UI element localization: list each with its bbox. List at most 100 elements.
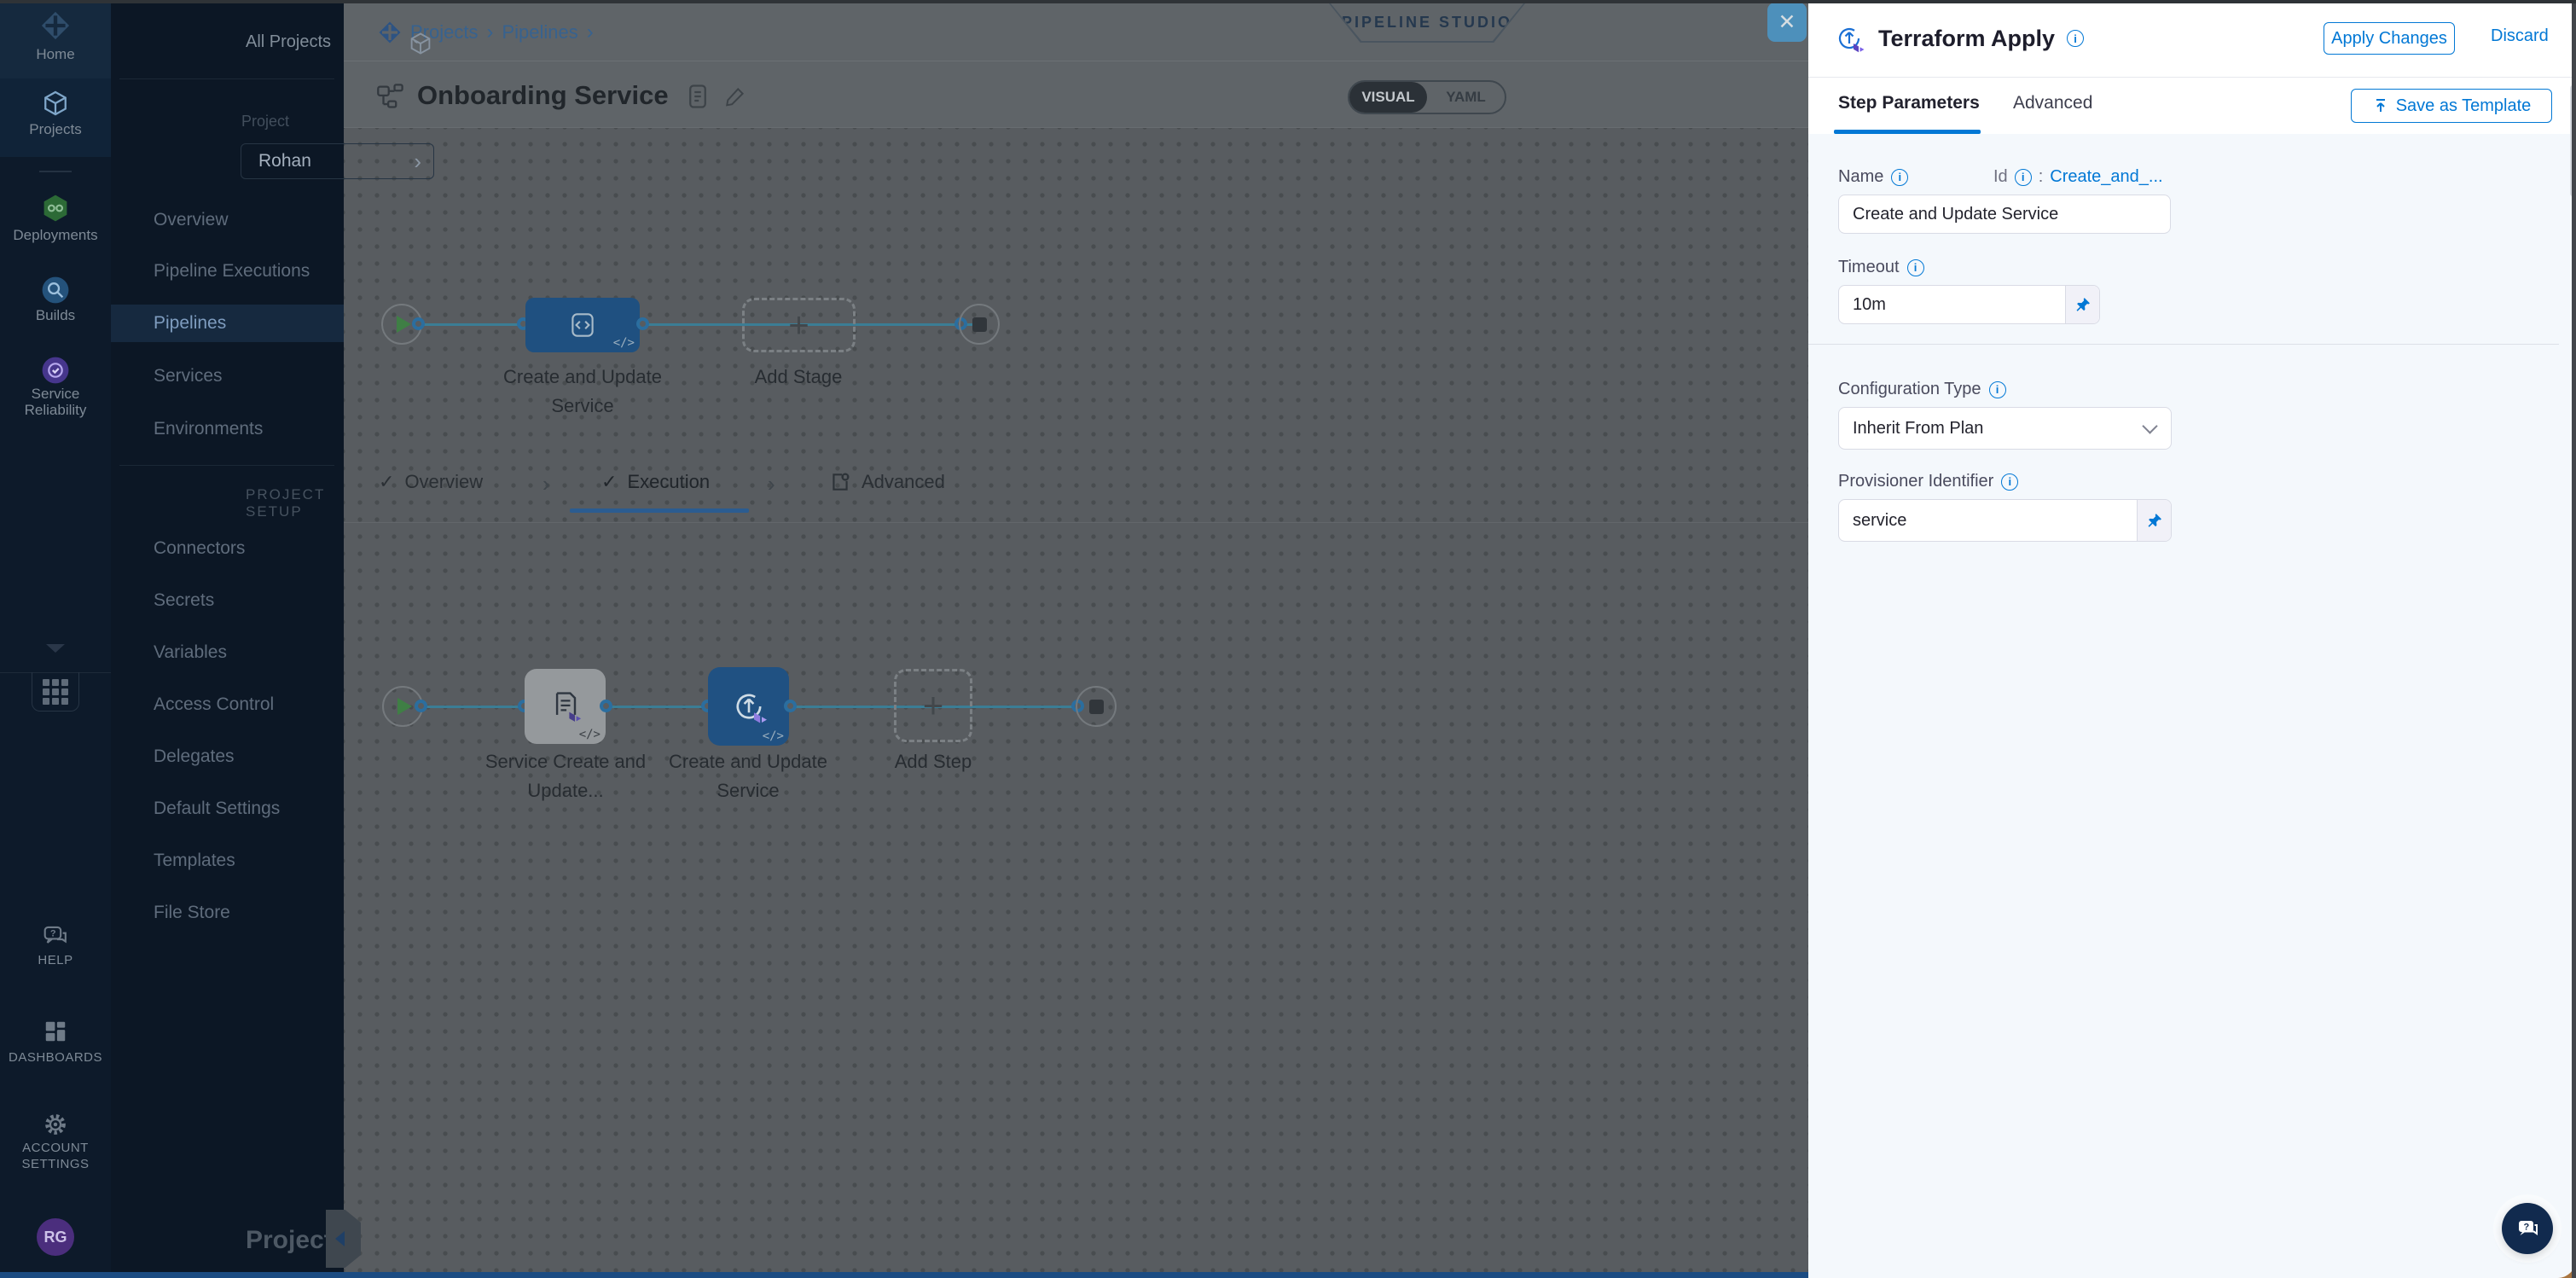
sidebar-item-pipeline-executions[interactable]: Pipeline Executions xyxy=(111,253,344,290)
discard-button[interactable]: Discard xyxy=(2491,26,2549,46)
toggle-yaml[interactable]: YAML xyxy=(1427,82,1505,113)
add-stage-button[interactable]: + xyxy=(742,298,856,352)
info-icon[interactable]: i xyxy=(1989,381,2006,398)
timeout-input[interactable]: 10m xyxy=(1838,285,2100,324)
execution-end-node[interactable] xyxy=(1076,686,1117,727)
sidebar-collapse-handle[interactable] xyxy=(326,1210,361,1268)
breadcrumb: Projects › Pipelines › xyxy=(344,3,1808,61)
tab-advanced[interactable]: Advanced xyxy=(2013,93,2092,113)
user-avatar[interactable]: RG xyxy=(37,1218,74,1256)
window-top-edge xyxy=(0,0,2576,3)
provisioner-input-type-button[interactable] xyxy=(2137,500,2171,541)
tab-execution[interactable]: ✓ Execution xyxy=(601,471,710,493)
add-step-button[interactable]: + xyxy=(894,669,972,742)
connector-dot[interactable] xyxy=(412,317,425,330)
visual-yaml-toggle[interactable]: VISUAL YAML xyxy=(1348,80,1506,114)
service-reliability-icon[interactable] xyxy=(0,355,111,386)
sidebar-item-access-control[interactable]: Access Control xyxy=(111,686,344,723)
help-chat-icon[interactable]: ? xyxy=(0,923,111,950)
drawer-title: Terraform Apply xyxy=(1878,26,2055,52)
sidebar-item-secrets[interactable]: Secrets xyxy=(111,582,344,619)
configuration-type-select[interactable]: Inherit From Plan xyxy=(1838,407,2172,450)
tab-advanced[interactable]: Advanced xyxy=(829,471,945,493)
add-stage-label[interactable]: Add Stage xyxy=(696,363,901,392)
save-as-template-button[interactable]: Save as Template xyxy=(2351,89,2552,123)
pipeline-end-node[interactable] xyxy=(959,304,1000,345)
project-scope-cube-icon[interactable] xyxy=(408,31,433,61)
play-icon xyxy=(397,316,411,333)
connector-dot[interactable] xyxy=(636,317,649,330)
step-node-terraform-plan[interactable]: </> xyxy=(525,669,606,744)
apply-changes-button[interactable]: Apply Changes xyxy=(2324,22,2455,55)
step-id-value-link[interactable]: Create_and_... xyxy=(2050,167,2162,187)
sidebar-item-file-store[interactable]: File Store xyxy=(111,894,344,932)
all-projects-label[interactable]: All Projects xyxy=(246,32,331,52)
nav-home-label[interactable]: Home xyxy=(0,46,111,62)
chevron-right-icon: › xyxy=(414,153,421,170)
chevron-down-icon[interactable] xyxy=(46,644,65,653)
help-chat-button[interactable]: ? xyxy=(2502,1203,2553,1254)
info-icon[interactable]: i xyxy=(1907,259,1924,276)
dashboards-label[interactable]: DASHBOARDS xyxy=(0,1049,111,1066)
edit-pencil-icon[interactable] xyxy=(724,85,746,112)
sidebar-item-variables[interactable]: Variables xyxy=(111,634,344,671)
sidebar-item-services[interactable]: Services xyxy=(111,357,344,395)
sidebar-item-delegates[interactable]: Delegates xyxy=(111,738,344,776)
projects-cube-icon[interactable] xyxy=(0,89,111,118)
svg-text:?: ? xyxy=(50,928,56,938)
terraform-apply-icon xyxy=(728,686,769,727)
deployments-icon[interactable] xyxy=(0,193,111,224)
nav-deployments-label[interactable]: Deployments xyxy=(0,227,111,243)
breadcrumb-chevron-icon: › xyxy=(587,20,594,44)
pin-icon xyxy=(2074,296,2092,313)
sidebar-item-environments[interactable]: Environments xyxy=(111,410,344,448)
advanced-settings-icon xyxy=(829,471,851,493)
step-config-drawer: Terraform Apply i Apply Changes Discard … xyxy=(1808,0,2576,1278)
info-icon[interactable]: i xyxy=(1891,169,1908,186)
harness-logo-icon[interactable] xyxy=(0,10,111,41)
step1-label[interactable]: Service Create and Update... xyxy=(463,747,668,805)
stage-label[interactable]: Create and Update Service xyxy=(480,363,685,421)
nav-builds-label[interactable]: Builds xyxy=(0,307,111,323)
module-picker-button[interactable] xyxy=(32,672,79,712)
step2-label[interactable]: Create and Update Service xyxy=(646,747,850,805)
dashboards-icon[interactable] xyxy=(0,1019,111,1044)
name-input[interactable]: Create and Update Service xyxy=(1838,195,2171,234)
builds-icon[interactable] xyxy=(0,275,111,305)
connector-dot[interactable] xyxy=(600,700,612,712)
stage-node-create-update-service[interactable]: </> xyxy=(525,298,640,352)
close-studio-button[interactable]: ✕ xyxy=(1767,3,1807,42)
notes-icon[interactable] xyxy=(687,84,709,113)
sidebar-item-overview[interactable]: Overview xyxy=(111,201,344,239)
sidebar-item-pipelines[interactable]: Pipelines xyxy=(111,305,344,342)
sidebar-item-default-settings[interactable]: Default Settings xyxy=(111,790,344,828)
info-icon[interactable]: i xyxy=(2067,30,2084,47)
harness-pipeline-studio: Home Projects Deployments Builds Service… xyxy=(0,0,2576,1278)
divider xyxy=(119,78,334,79)
active-tab-underline xyxy=(570,508,749,513)
info-icon[interactable]: i xyxy=(2001,473,2018,491)
breadcrumb-pipelines-link[interactable]: Pipelines xyxy=(502,21,577,44)
nav-service-reliability-label[interactable]: Service Reliability xyxy=(0,386,111,418)
help-label[interactable]: HELP xyxy=(0,952,111,968)
provisioner-identifier-input[interactable]: service xyxy=(1838,499,2172,542)
info-icon[interactable]: i xyxy=(2015,169,2032,186)
play-icon xyxy=(397,698,412,715)
step-node-terraform-apply-selected[interactable]: </> xyxy=(708,667,789,746)
tab-step-parameters[interactable]: Step Parameters xyxy=(1838,93,1980,113)
yaml-code-badge: </> xyxy=(763,729,784,743)
account-settings-label[interactable]: ACCOUNT SETTINGS xyxy=(0,1140,111,1172)
stage-connector-line xyxy=(421,323,978,326)
project-select[interactable]: Rohan › xyxy=(241,143,434,179)
connector-dot[interactable] xyxy=(415,700,427,712)
tab-overview[interactable]: ✓ Overview xyxy=(379,471,483,493)
connector-dot[interactable] xyxy=(784,700,797,712)
timeout-input-type-button[interactable] xyxy=(2065,286,2099,323)
sidebar-item-connectors[interactable]: Connectors xyxy=(111,530,344,567)
sidebar-item-templates[interactable]: Templates xyxy=(111,842,344,880)
nav-projects-label[interactable]: Projects xyxy=(0,121,111,137)
harness-breadcrumb-logo-icon[interactable] xyxy=(378,20,402,44)
toggle-visual[interactable]: VISUAL xyxy=(1349,82,1427,113)
add-step-label[interactable]: Add Step xyxy=(831,747,1036,776)
gear-icon[interactable] xyxy=(0,1111,111,1138)
